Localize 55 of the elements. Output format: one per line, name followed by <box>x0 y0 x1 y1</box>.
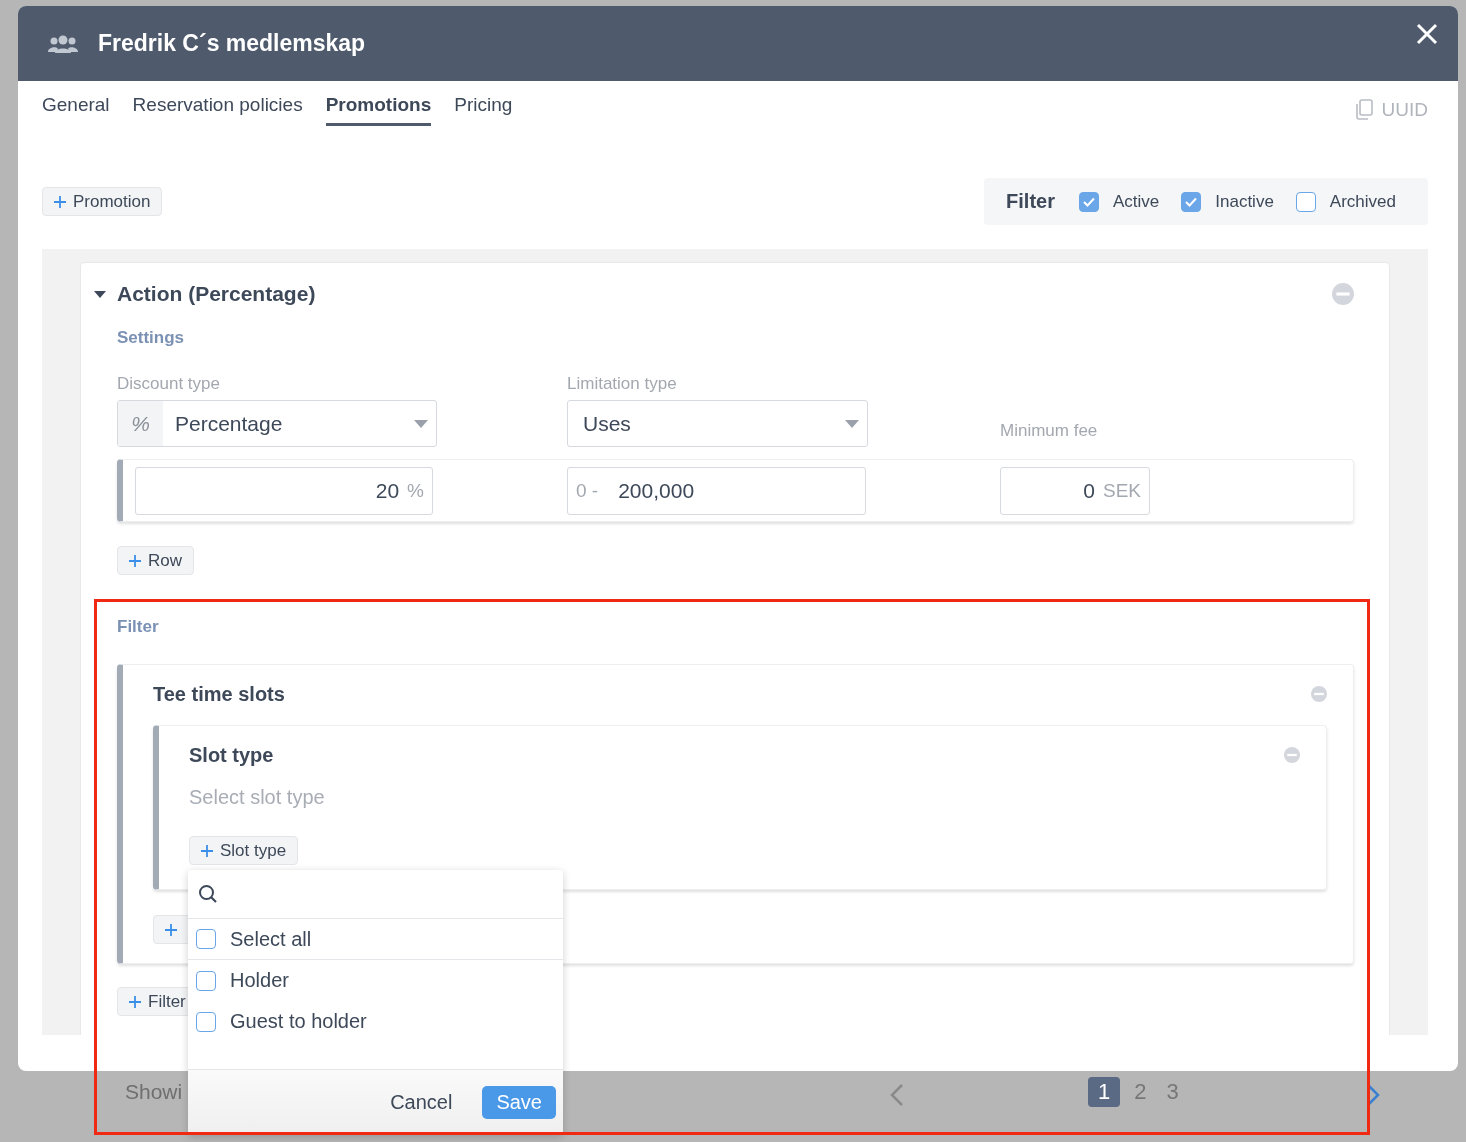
close-icon[interactable] <box>1416 22 1438 45</box>
plus-icon <box>129 554 141 567</box>
limitation-type-select[interactable]: Uses <box>567 400 868 447</box>
plus-icon <box>201 844 213 857</box>
checkbox[interactable] <box>196 970 216 991</box>
plus-icon <box>129 995 141 1008</box>
plus-icon <box>165 923 177 936</box>
footer-text: Showi <box>125 1080 183 1103</box>
remove-icon[interactable] <box>1311 686 1327 702</box>
field-label: Limitation type <box>567 374 678 394</box>
section-label: Filter <box>117 617 160 637</box>
add-row-button[interactable]: Row <box>117 546 194 575</box>
checkbox[interactable] <box>1295 191 1316 212</box>
checkbox-label: Inactive <box>1215 191 1274 212</box>
plus-icon <box>54 195 66 208</box>
condition-title: Slot type <box>189 743 274 767</box>
add-promotion-button[interactable]: Promotion <box>42 187 163 216</box>
placeholder-text: Select slot type <box>189 786 326 809</box>
range-field[interactable]: 0 - 200,000 <box>567 466 866 515</box>
copy-icon[interactable] <box>1353 99 1374 121</box>
people-icon <box>48 34 78 53</box>
add-slot-type-button[interactable]: Slot type <box>189 836 299 865</box>
field-label: Minimum fee <box>1000 421 1099 441</box>
search-icon <box>198 884 218 904</box>
tab[interactable]: Pricing <box>454 93 513 126</box>
checkbox[interactable] <box>1078 191 1099 212</box>
field-label: Discount type <box>117 374 221 394</box>
caret-icon <box>845 419 859 428</box>
previous-icon[interactable] <box>890 1083 904 1107</box>
remove-icon[interactable] <box>1284 747 1300 763</box>
cancel-button[interactable]: Cancel <box>384 1090 459 1115</box>
checkbox[interactable] <box>1181 191 1202 212</box>
caret-icon <box>414 419 428 428</box>
percent-field[interactable]: 20 % <box>135 466 433 515</box>
filter-label: Filter <box>1006 190 1055 213</box>
discount-type-select[interactable]: % Percentage <box>117 400 437 447</box>
checkbox-label: Archived <box>1329 191 1396 212</box>
remove-icon[interactable] <box>1332 283 1354 305</box>
option-label[interactable]: Guest to holder <box>230 1010 367 1033</box>
group-title: Tee time slots <box>153 682 285 706</box>
tab[interactable]: General <box>42 93 110 126</box>
option-label[interactable]: Select all <box>230 927 312 951</box>
minimum-fee-field[interactable]: 0 SEK <box>1000 466 1150 515</box>
check-icon <box>1082 196 1095 207</box>
check-icon <box>1185 196 1198 207</box>
modal-title: Fredrik C´s medlemskap <box>98 30 367 57</box>
page-link[interactable]: 1 <box>1088 1077 1121 1107</box>
action-title: Action (Percentage) <box>117 282 317 306</box>
tab[interactable]: Reservation policies <box>132 93 303 126</box>
checkbox[interactable] <box>196 929 216 949</box>
checkbox[interactable] <box>196 1011 216 1032</box>
checkbox-label: Active <box>1112 191 1160 212</box>
tab[interactable]: Promotions <box>325 93 432 126</box>
section-label: Settings <box>117 328 186 348</box>
option-label[interactable]: Holder <box>230 969 289 992</box>
